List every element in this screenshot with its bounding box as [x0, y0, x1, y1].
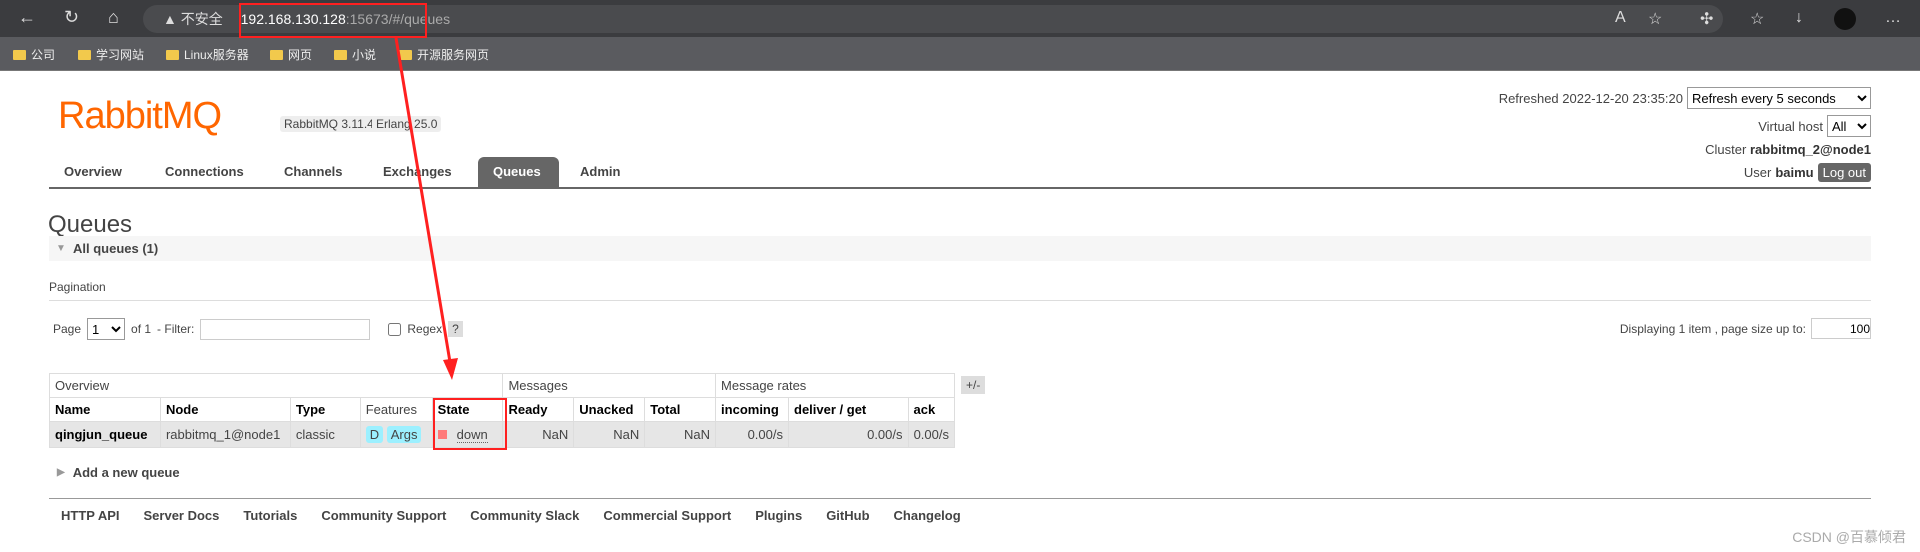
annotation-overlay: [239, 3, 507, 450]
annotation-arrow: [394, 37, 452, 363]
arrow-head-icon: [443, 358, 458, 380]
url-highlight-box: [239, 3, 427, 38]
state-highlight-box: [433, 398, 507, 450]
